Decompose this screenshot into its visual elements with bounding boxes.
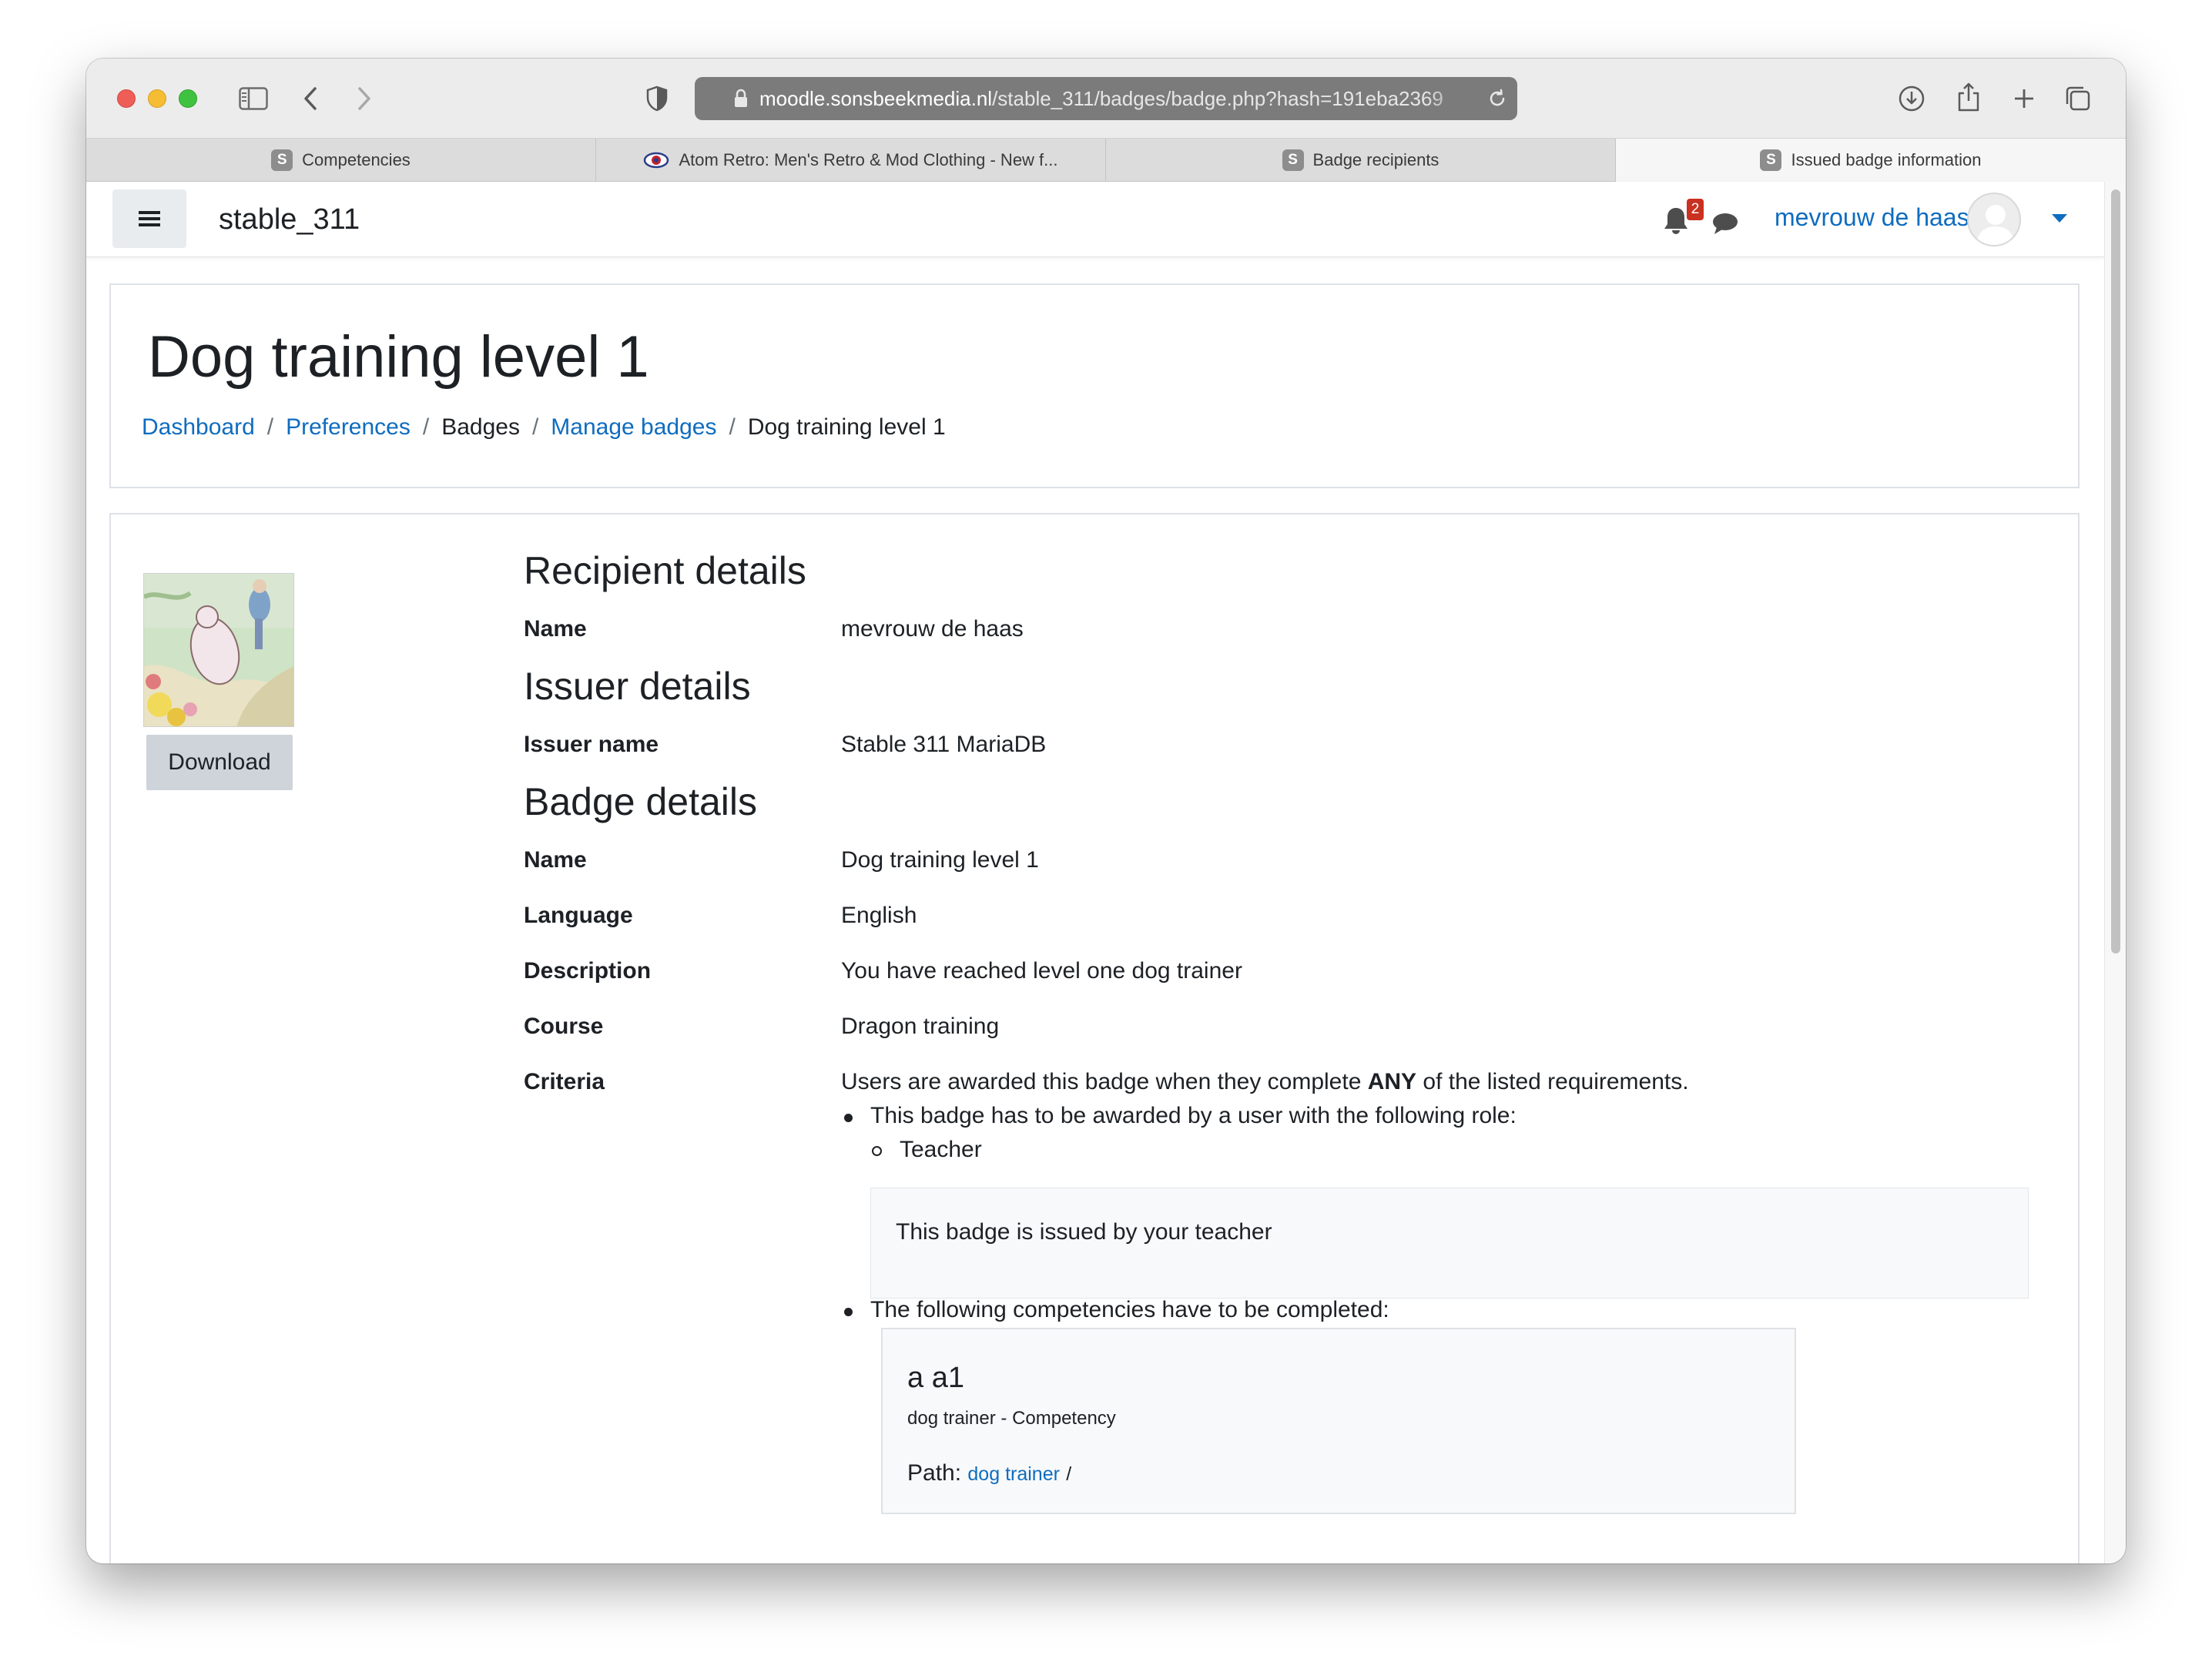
badge-name-label: Name bbox=[524, 847, 587, 873]
url-host: moodle.sonsbeekmedia.nl bbox=[759, 86, 993, 110]
site-favicon-icon: S bbox=[271, 149, 293, 171]
tab-label: Competencies bbox=[302, 150, 411, 169]
recipient-name-label: Name bbox=[524, 616, 587, 642]
page-title: Dog training level 1 bbox=[148, 324, 649, 390]
breadcrumb-separator: / bbox=[729, 414, 736, 440]
tab-competencies[interactable]: S Competencies bbox=[86, 139, 596, 182]
competency-path-link[interactable]: dog trainer bbox=[967, 1463, 1060, 1485]
close-window-button[interactable] bbox=[117, 89, 136, 108]
browser-window: moodle.sonsbeekmedia.nl /stable_311/badg… bbox=[86, 59, 2126, 1563]
notification-count-badge: 2 bbox=[1687, 199, 1704, 220]
breadcrumb-separator: / bbox=[531, 414, 539, 440]
zoom-window-button[interactable] bbox=[179, 89, 197, 108]
browser-toolbar: moodle.sonsbeekmedia.nl /stable_311/badg… bbox=[86, 59, 2126, 139]
description-value: You have reached level one dog trainer bbox=[841, 958, 1242, 984]
badge-name-value: Dog training level 1 bbox=[841, 847, 1039, 873]
description-label: Description bbox=[524, 958, 652, 984]
breadcrumb-separator: / bbox=[422, 414, 430, 440]
new-tab-icon[interactable] bbox=[2009, 83, 2039, 114]
badge-details-heading: Badge details bbox=[524, 780, 758, 823]
recipient-details-heading: Recipient details bbox=[524, 549, 806, 592]
breadcrumb-preferences[interactable]: Preferences bbox=[286, 414, 411, 441]
site-favicon-icon: S bbox=[1760, 149, 1782, 171]
list-bullet bbox=[844, 1114, 853, 1122]
page-header: Dog training level 1 Dashboard / Prefere… bbox=[109, 283, 2080, 488]
hamburger-icon bbox=[139, 211, 160, 226]
avatar[interactable] bbox=[1967, 193, 2021, 246]
minimize-window-button[interactable] bbox=[148, 89, 166, 108]
criteria-role-value: Teacher bbox=[900, 1137, 982, 1162]
breadcrumb-separator: / bbox=[266, 414, 274, 440]
tab-issued-badge-information[interactable]: S Issued badge information bbox=[1616, 139, 2126, 182]
menu-toggle-button[interactable] bbox=[112, 189, 186, 248]
tab-bar: S Competencies Atom Retro: Men's Retro &… bbox=[86, 139, 2126, 182]
list-bullet bbox=[872, 1146, 882, 1156]
user-menu-caret-icon[interactable] bbox=[2052, 214, 2067, 223]
tab-label: Issued badge information bbox=[1791, 150, 1982, 169]
download-button[interactable]: Download bbox=[146, 735, 293, 790]
sidebar-toggle-icon[interactable] bbox=[237, 83, 270, 114]
tab-atom-retro[interactable]: Atom Retro: Men's Retro & Mod Clothing -… bbox=[596, 139, 1106, 182]
share-icon[interactable] bbox=[1953, 80, 1984, 114]
breadcrumb-current: Dog training level 1 bbox=[747, 414, 946, 440]
site-navbar: stable_311 2 mevrouw de haas bbox=[86, 182, 2104, 257]
lock-icon bbox=[733, 89, 750, 109]
competency-path-label: Path: bbox=[907, 1460, 962, 1486]
eye-icon bbox=[643, 152, 669, 169]
recipient-name-value: mevrouw de haas bbox=[841, 616, 1024, 642]
criteria-competency-text: The following competencies have to be co… bbox=[870, 1297, 1389, 1322]
tab-label: Badge recipients bbox=[1312, 150, 1439, 169]
criteria-label: Criteria bbox=[524, 1069, 605, 1094]
downloads-icon[interactable] bbox=[1896, 83, 1927, 114]
notification-bell-icon[interactable] bbox=[1662, 205, 1690, 236]
tab-badge-recipients[interactable]: S Badge recipients bbox=[1106, 139, 1616, 182]
criteria-role-note: This badge is issued by your teacher bbox=[870, 1188, 2029, 1299]
issuer-name-value: Stable 311 MariaDB bbox=[841, 732, 1047, 757]
competency-subtitle: dog trainer - Competency bbox=[907, 1408, 1116, 1429]
competency-path-separator: / bbox=[1066, 1463, 1072, 1485]
competency-title: a a1 bbox=[907, 1362, 964, 1394]
competency-path: Path: dog trainer / bbox=[907, 1460, 1071, 1486]
badge-info-card: Download Recipient details Name mevrouw … bbox=[109, 513, 2080, 1563]
issuer-details-heading: Issuer details bbox=[524, 665, 751, 708]
course-label: Course bbox=[524, 1014, 604, 1039]
criteria-role-note-text: This badge is issued by your teacher bbox=[896, 1219, 1272, 1245]
site-name-link[interactable]: stable_311 bbox=[219, 203, 360, 236]
tab-label: Atom Retro: Men's Retro & Mod Clothing -… bbox=[679, 150, 1058, 169]
messages-icon[interactable] bbox=[1711, 211, 1739, 236]
badge-image bbox=[143, 573, 294, 727]
breadcrumb-dashboard[interactable]: Dashboard bbox=[142, 414, 255, 441]
criteria-role-text: This badge has to be awarded by a user w… bbox=[870, 1103, 1517, 1128]
competency-card: a a1 dog trainer - Competency Path: dog … bbox=[881, 1328, 1796, 1514]
language-value: English bbox=[841, 903, 917, 928]
back-icon[interactable] bbox=[299, 83, 322, 114]
url-path: /stable_311/badges/badge.php?hash=191eba… bbox=[992, 86, 1443, 110]
site-favicon-icon: S bbox=[1282, 149, 1304, 171]
list-bullet bbox=[844, 1308, 853, 1316]
course-value: Dragon training bbox=[841, 1014, 1000, 1039]
language-label: Language bbox=[524, 903, 633, 928]
criteria-intro: Users are awarded this badge when they c… bbox=[841, 1069, 1689, 1094]
breadcrumb: Dashboard / Preferences / Badges / Manag… bbox=[142, 414, 946, 441]
privacy-shield-icon[interactable] bbox=[644, 83, 670, 114]
issuer-name-label: Issuer name bbox=[524, 732, 659, 757]
forward-icon[interactable] bbox=[353, 83, 376, 114]
user-menu-name[interactable]: mevrouw de haas bbox=[1775, 203, 1969, 232]
address-bar[interactable]: moodle.sonsbeekmedia.nl /stable_311/badg… bbox=[695, 77, 1517, 120]
reload-icon[interactable] bbox=[1486, 88, 1508, 109]
breadcrumb-manage-badges[interactable]: Manage badges bbox=[551, 414, 716, 441]
breadcrumb-badges: Badges bbox=[441, 414, 520, 440]
tab-overview-icon[interactable] bbox=[2063, 83, 2093, 114]
page-scrollbar-thumb[interactable] bbox=[2111, 189, 2120, 953]
